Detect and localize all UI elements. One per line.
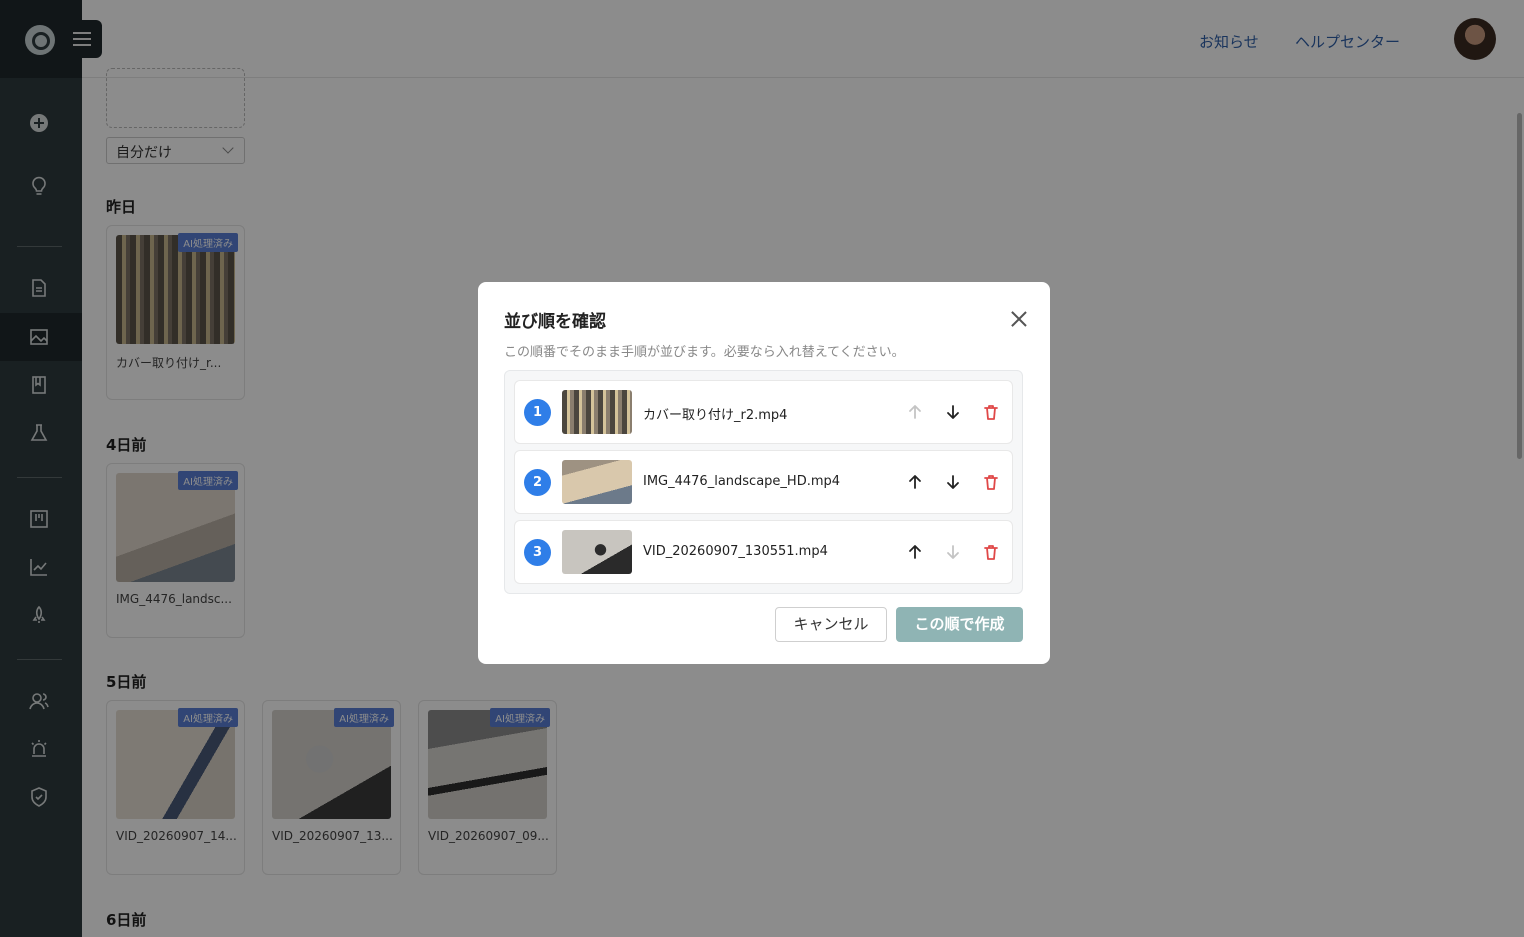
arrow-down-icon (947, 405, 959, 419)
trash-icon (984, 545, 998, 560)
trash-icon (984, 405, 998, 420)
arrow-up-icon (909, 405, 921, 419)
cancel-button[interactable]: キャンセル (775, 607, 887, 642)
arrow-down-icon (947, 475, 959, 489)
dialog-description: この順番でそのまま手順が並びます。必要なら入れ替えてください。 (504, 345, 905, 360)
trash-icon (984, 475, 998, 490)
order-row: 1 カバー取り付け_r2.mp4 (514, 380, 1013, 444)
move-up-button[interactable] (905, 402, 925, 422)
order-number-badge: 2 (524, 469, 551, 496)
reorder-dialog: 並び順を確認 この順番でそのまま手順が並びます。必要なら入れ替えてください。 1… (478, 282, 1050, 664)
close-icon[interactable] (1008, 308, 1030, 330)
move-up-button[interactable] (905, 542, 925, 562)
arrow-up-icon (909, 545, 921, 559)
video-thumbnail (562, 530, 632, 574)
create-in-order-button[interactable]: この順で作成 (896, 607, 1023, 642)
video-thumbnail (562, 460, 632, 504)
order-row: 2 IMG_4476_landscape_HD.mp4 (514, 450, 1013, 514)
move-down-button[interactable] (943, 542, 963, 562)
move-down-button[interactable] (943, 472, 963, 492)
dialog-title: 並び順を確認 (504, 312, 606, 332)
order-row: 3 VID_20260907_130551.mp4 (514, 520, 1013, 584)
delete-button[interactable] (981, 542, 1001, 562)
order-number-badge: 1 (524, 399, 551, 426)
arrow-down-icon (947, 545, 959, 559)
arrow-up-icon (909, 475, 921, 489)
video-filename: カバー取り付け_r2.mp4 (643, 408, 788, 423)
order-number-badge: 3 (524, 539, 551, 566)
move-down-button[interactable] (943, 402, 963, 422)
order-list: 1 カバー取り付け_r2.mp4 2 IMG_4476_landscape_HD… (504, 370, 1023, 594)
move-up-button[interactable] (905, 472, 925, 492)
delete-button[interactable] (981, 402, 1001, 422)
video-thumbnail (562, 390, 632, 434)
delete-button[interactable] (981, 472, 1001, 492)
video-filename: VID_20260907_130551.mp4 (643, 544, 828, 559)
video-filename: IMG_4476_landscape_HD.mp4 (643, 474, 841, 489)
